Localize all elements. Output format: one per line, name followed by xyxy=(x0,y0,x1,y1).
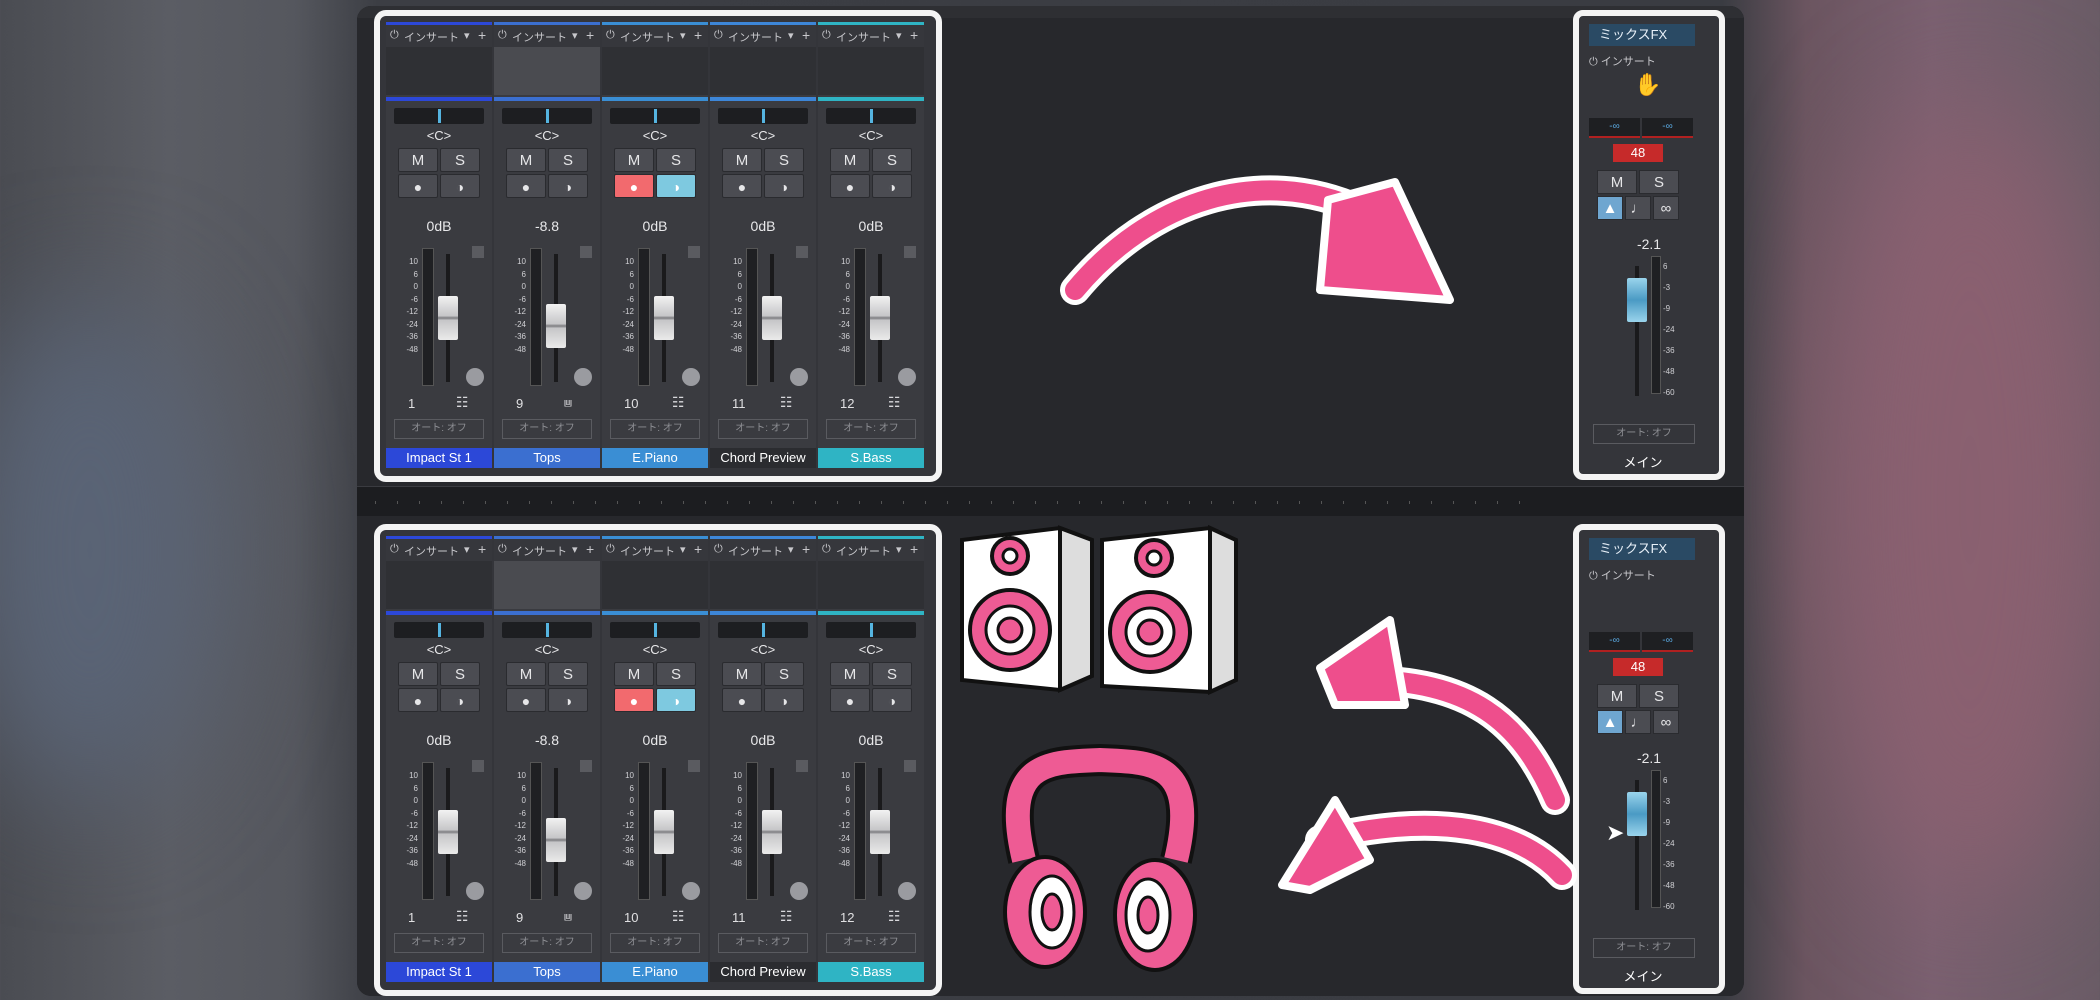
annotation-overlay xyxy=(960,175,1577,972)
arrow-right-icon xyxy=(1060,175,1454,305)
hand-cursor-icon: ✋ xyxy=(1634,72,1662,97)
pointer-cursor-icon: ➤ xyxy=(1606,820,1625,845)
speaker-icon xyxy=(1100,524,1238,696)
arrow-left-icon xyxy=(1278,796,1577,894)
speaker-icon xyxy=(960,525,1094,694)
arrow-left-icon xyxy=(1316,616,1570,815)
headphones-icon xyxy=(1001,743,1199,972)
